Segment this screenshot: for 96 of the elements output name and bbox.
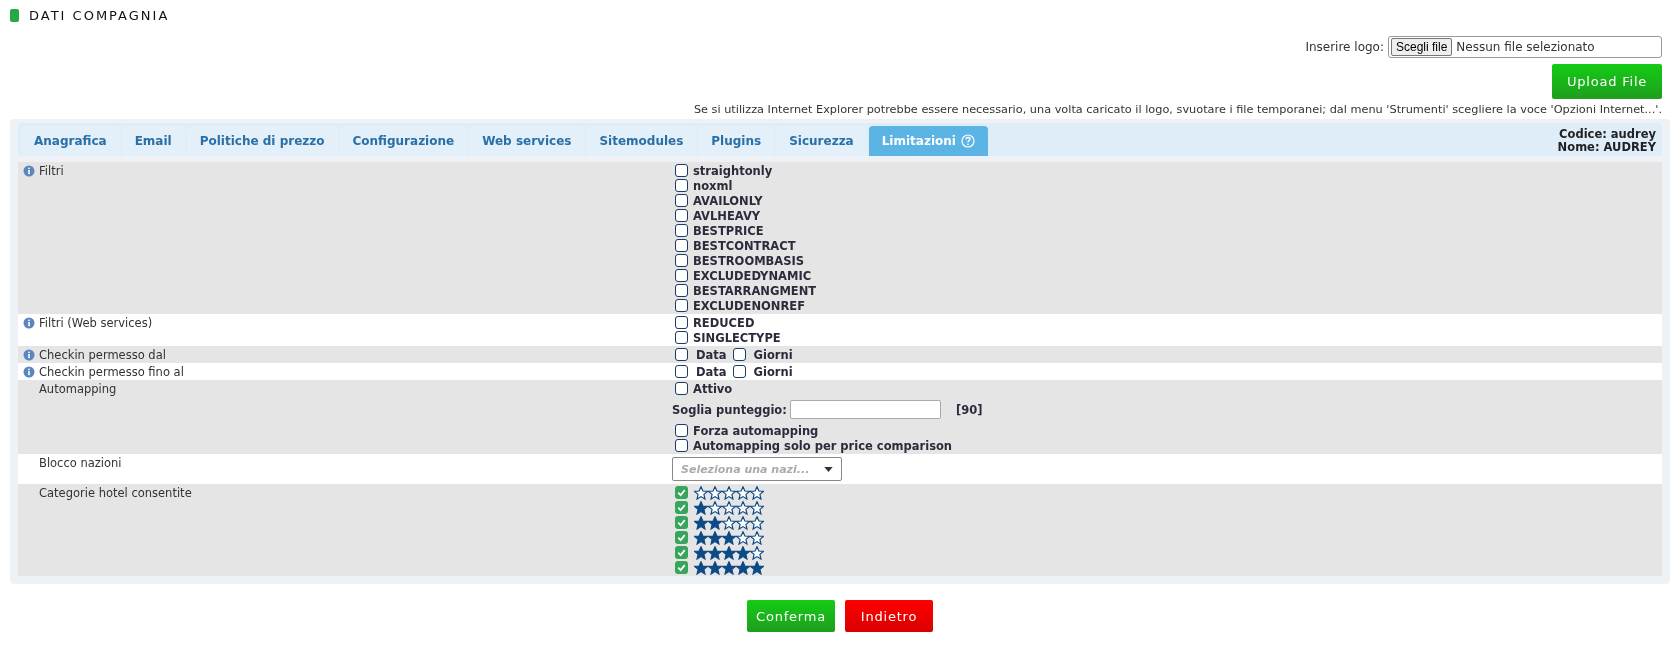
confirm-button[interactable]: Conferma (747, 600, 835, 632)
checkbox[interactable] (675, 224, 688, 237)
option-label: BESTARRANGMENT (693, 283, 817, 298)
checkbox[interactable] (675, 365, 688, 378)
option-label: BESTROOMBASIS (693, 253, 805, 268)
checkbox[interactable] (675, 316, 688, 329)
filled-star-icon (708, 530, 722, 545)
filled-star-icon (722, 530, 736, 545)
option-label: EXCLUDENONREF (693, 298, 805, 313)
upload-button[interactable]: Upload File (1552, 64, 1662, 99)
tab[interactable]: Web services (469, 126, 585, 156)
option-label: AVAILONLY (693, 193, 763, 208)
filled-star-icon (736, 560, 750, 575)
filled-star-icon (694, 515, 708, 530)
tab[interactable]: Sitemodules (586, 126, 697, 156)
tab[interactable]: Sicurezza (776, 126, 867, 156)
option-label: REDUCED (693, 315, 755, 330)
filled-star-icon (708, 560, 722, 575)
notice-text: Se si utilizza Internet Explorer potrebbe essere necessario, una volta caricato il logo, svuotare i file temporanei; dal menu 'Strumenti' scegliere la voce 'Opzioni Internet...'. (692, 103, 1663, 116)
tab[interactable]: Email (121, 126, 185, 156)
field-label: Categorie hotel consentite (39, 486, 192, 500)
field-label: Checkin permesso dal (39, 348, 166, 362)
option-label: straightonly (693, 163, 773, 178)
checkbox[interactable] (675, 486, 688, 499)
checkbox[interactable] (675, 239, 688, 252)
field-label: Filtri (Web services) (39, 316, 153, 330)
tab[interactable]: Limitazioni (868, 126, 988, 156)
option-label: Forza automapping (693, 423, 819, 438)
checkbox[interactable] (675, 164, 688, 177)
checkbox[interactable] (675, 561, 688, 574)
info-icon[interactable] (23, 366, 35, 378)
option-label: Attivo (693, 381, 733, 396)
checkbox[interactable] (675, 269, 688, 282)
tab[interactable]: Anagrafica (21, 126, 120, 156)
threshold-hint: [90] (955, 402, 983, 417)
filled-star-icon (708, 515, 722, 530)
filled-star-icon (694, 500, 708, 515)
option-label: Data (696, 364, 727, 379)
checkbox[interactable] (675, 284, 688, 297)
info-icon[interactable] (23, 349, 35, 361)
field-label: Checkin permesso fino al (39, 365, 184, 379)
choose-file-button[interactable]: Scegli file (1391, 38, 1453, 56)
file-name-text: Nessun file selezionato (1456, 40, 1595, 54)
filled-star-icon (736, 545, 750, 560)
country-select[interactable]: Seleziona una nazi... (672, 457, 842, 481)
option-label: BESTCONTRACT (693, 238, 796, 253)
checkbox[interactable] (675, 516, 688, 529)
checkbox[interactable] (675, 546, 688, 559)
checkbox[interactable] (675, 424, 688, 437)
option-label: SINGLECTYPE (693, 330, 781, 345)
threshold-label: Soglia punteggio: (672, 402, 787, 417)
checkbox[interactable] (675, 209, 688, 222)
checkbox[interactable] (675, 501, 688, 514)
checkbox[interactable] (732, 365, 746, 378)
checkbox[interactable] (675, 179, 688, 192)
filled-star-icon (722, 545, 736, 560)
option-label: BESTPRICE (693, 223, 764, 238)
account-name: Nome: AUDREY (1557, 141, 1656, 154)
tab[interactable]: Politiche di prezzo (186, 126, 338, 156)
filled-star-icon (708, 545, 722, 560)
info-icon[interactable] (23, 165, 35, 177)
checkbox[interactable] (675, 254, 688, 267)
caret-icon (824, 467, 833, 472)
option-label: AVLHEAVY (693, 208, 761, 223)
option-label: Automapping solo per price comparison (693, 438, 953, 453)
page-title: DATI COMPAGNIA (29, 7, 170, 23)
option-label: Giorni (753, 364, 793, 379)
filled-star-icon (694, 560, 708, 575)
title-marker (10, 8, 19, 22)
filled-star-icon (694, 545, 708, 560)
account-code: Codice: audrey (1559, 128, 1656, 141)
filled-star-icon (750, 560, 764, 575)
tab[interactable]: Configurazione (339, 126, 468, 156)
info-icon[interactable] (23, 317, 35, 329)
checkbox[interactable] (675, 331, 688, 344)
option-label: EXCLUDEDYNAMIC (693, 268, 812, 283)
tab[interactable]: Plugins (698, 126, 775, 156)
option-label: Giorni (753, 347, 793, 362)
field-label: Blocco nazioni (39, 456, 122, 470)
option-label: Data (696, 347, 727, 362)
filled-star-icon (694, 530, 708, 545)
file-input[interactable]: Scegli file Nessun file selezionato (1388, 36, 1662, 58)
checkbox[interactable] (675, 439, 688, 452)
field-label: Filtri (39, 164, 64, 178)
checkbox[interactable] (732, 348, 746, 361)
checkbox[interactable] (675, 299, 688, 312)
threshold-field[interactable] (789, 400, 941, 419)
checkbox[interactable] (675, 194, 688, 207)
checkbox[interactable] (675, 348, 688, 361)
checkbox[interactable] (675, 382, 688, 395)
filled-star-icon (722, 560, 736, 575)
back-button[interactable]: Indietro (845, 600, 933, 632)
logo-label: Inserire logo: (1305, 40, 1384, 54)
field-label: Automapping (39, 382, 117, 396)
checkbox[interactable] (675, 531, 688, 544)
option-label: noxml (693, 178, 733, 193)
